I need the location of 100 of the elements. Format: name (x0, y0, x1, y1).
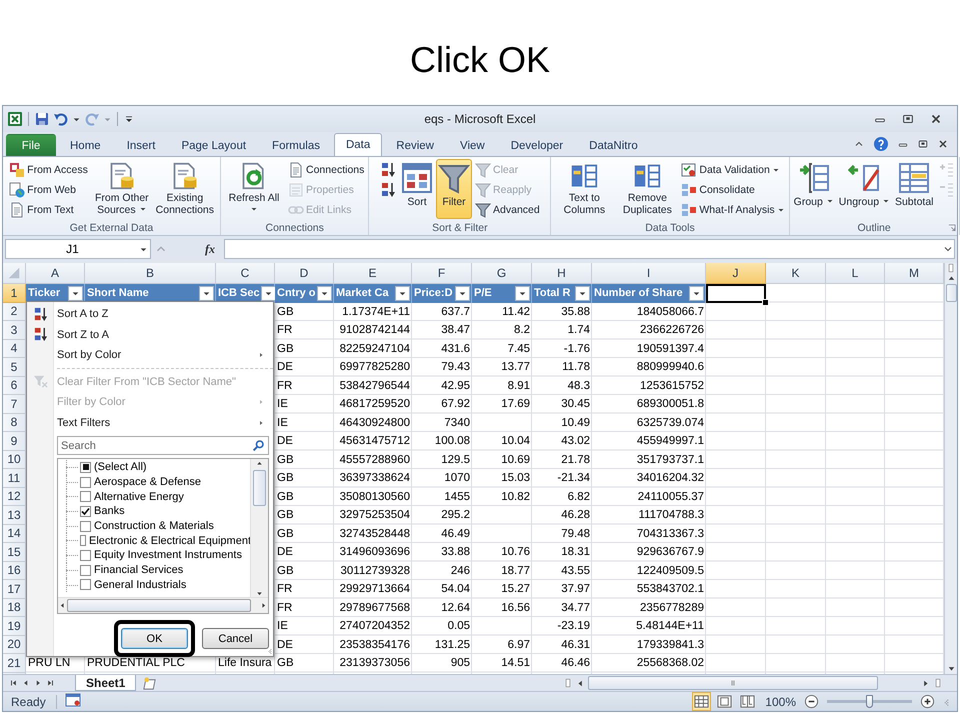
split-handle-icon[interactable] (946, 263, 956, 273)
row-header[interactable]: 6 (3, 376, 26, 395)
scrollbar[interactable] (58, 597, 268, 613)
row-header[interactable]: 19 (3, 617, 26, 636)
scroll-thumb[interactable] (253, 470, 266, 506)
checkbox[interactable] (80, 491, 91, 502)
header-cell[interactable]: Cntry o (275, 284, 334, 302)
row-header[interactable]: 12 (3, 488, 26, 506)
row-header[interactable]: 11 (3, 469, 26, 488)
name-box[interactable]: J1 (5, 239, 151, 259)
ribbon-tab[interactable]: Insert (114, 135, 168, 156)
ribbon-tab[interactable]: Developer (498, 135, 576, 156)
checkbox[interactable] (80, 550, 91, 561)
column-header[interactable]: M (885, 263, 944, 284)
ribbon-button[interactable]: Advanced (473, 200, 542, 219)
scrollbar[interactable] (250, 459, 268, 598)
filter-dropdown-button[interactable] (455, 286, 470, 301)
checkbox[interactable] (80, 564, 91, 576)
filter-dropdown-button[interactable] (68, 286, 83, 301)
checkbox[interactable] (80, 579, 91, 590)
column-header[interactable]: E (334, 263, 412, 284)
row-header[interactable]: 18 (3, 598, 26, 617)
scroll-thumb[interactable] (67, 599, 251, 612)
normal-view-button[interactable] (692, 692, 712, 711)
row-header[interactable]: 17 (3, 580, 26, 598)
ribbon-button[interactable]: From Web (7, 180, 90, 199)
ribbon-button[interactable]: Ungroup (836, 159, 892, 219)
row-header[interactable]: 16 (3, 562, 26, 580)
row-header[interactable]: 7 (3, 395, 26, 414)
row-header[interactable]: 13 (3, 506, 26, 524)
split-handle-icon[interactable] (563, 678, 573, 688)
scrollbar[interactable] (944, 263, 957, 674)
search-icon[interactable] (252, 439, 265, 452)
ribbon-button[interactable]: What-If Analysis (679, 200, 787, 219)
filter-dropdown-button[interactable] (575, 286, 590, 301)
header-cell[interactable]: Number of Share (592, 284, 706, 302)
save-icon[interactable] (34, 111, 50, 127)
column-header[interactable]: C (216, 263, 275, 284)
row-header[interactable]: 9 (3, 432, 26, 450)
restore-icon[interactable] (901, 112, 915, 126)
ribbon-button[interactable]: Connections (286, 160, 366, 179)
scroll-thumb[interactable] (588, 676, 878, 690)
restore-icon[interactable] (917, 138, 929, 150)
ribbon-tab[interactable]: View (448, 135, 497, 156)
row-header[interactable]: 2 (3, 302, 26, 321)
row-header[interactable]: 10 (3, 450, 26, 469)
filter-dropdown-button[interactable] (317, 286, 332, 301)
row-header[interactable]: 21 (3, 654, 26, 672)
ribbon-button[interactable]: Refresh All (223, 159, 285, 219)
column-header[interactable]: K (766, 263, 826, 284)
close-icon[interactable] (937, 138, 949, 150)
filter-dropdown-button[interactable] (689, 286, 704, 301)
row-header[interactable]: 1 (3, 284, 26, 302)
row-header[interactable]: 5 (3, 358, 26, 376)
header-cell[interactable]: P/E (472, 284, 532, 302)
checkbox[interactable] (80, 535, 86, 546)
column-header[interactable]: H (532, 263, 592, 284)
zoom-in-icon[interactable] (920, 694, 935, 709)
row-header[interactable]: 8 (3, 414, 26, 432)
filter-dropdown-button[interactable] (395, 286, 410, 301)
row-header[interactable]: 4 (3, 340, 26, 358)
checkbox[interactable] (80, 476, 91, 488)
ribbon-tab[interactable]: Review (384, 135, 446, 156)
dialog-button[interactable]: Cancel (202, 628, 269, 649)
ribbon-tab[interactable]: DataNitro (577, 135, 650, 156)
dialog-launcher-icon[interactable] (946, 223, 956, 233)
undo-icon[interactable] (53, 111, 69, 127)
ribbon-tab[interactable]: Formulas (260, 135, 332, 156)
zoom-out-icon[interactable] (804, 694, 819, 709)
split-handle-icon[interactable] (933, 678, 943, 688)
ribbon-button[interactable]: Consolidate (679, 180, 787, 199)
search-field[interactable]: Search (57, 436, 269, 455)
ribbon-button[interactable]: Filter (436, 159, 472, 219)
checkbox[interactable] (80, 506, 91, 517)
filter-dropdown-button[interactable] (199, 286, 214, 301)
column-header[interactable]: B (85, 263, 216, 284)
last-arrow-icon[interactable] (45, 678, 55, 688)
header-cell[interactable]: Total R (532, 284, 592, 302)
ribbon-tab[interactable]: Page Layout (169, 135, 258, 156)
file-tab[interactable]: File (6, 134, 56, 156)
menu-item[interactable]: Sort by Color (27, 345, 273, 366)
ribbon-button[interactable]: Group (792, 159, 836, 219)
menu-item[interactable]: Sort A to Z (27, 304, 273, 324)
insert-function-button[interactable]: fx (205, 242, 215, 256)
ribbon-button[interactable]: Existing Connections (154, 159, 216, 219)
help-icon[interactable] (873, 136, 889, 152)
slider-thumb[interactable] (866, 695, 872, 708)
zoom-level[interactable]: 100% (765, 694, 796, 708)
row-header[interactable]: 3 (3, 321, 26, 340)
sheet-tab[interactable]: Sheet1 (75, 675, 136, 691)
menu-item[interactable]: Sort Z to A (27, 324, 273, 345)
column-header[interactable]: D (275, 263, 334, 284)
filter-dropdown-button[interactable] (260, 286, 276, 301)
ribbon-tab[interactable]: Home (58, 135, 113, 156)
checkbox[interactable] (80, 520, 91, 532)
column-header[interactable]: J (706, 263, 766, 284)
row-header[interactable]: 14 (3, 524, 26, 543)
close-icon[interactable] (929, 112, 943, 126)
ribbon-button[interactable]: Sort (399, 159, 436, 219)
ribbon-button[interactable]: From Text (7, 200, 90, 219)
